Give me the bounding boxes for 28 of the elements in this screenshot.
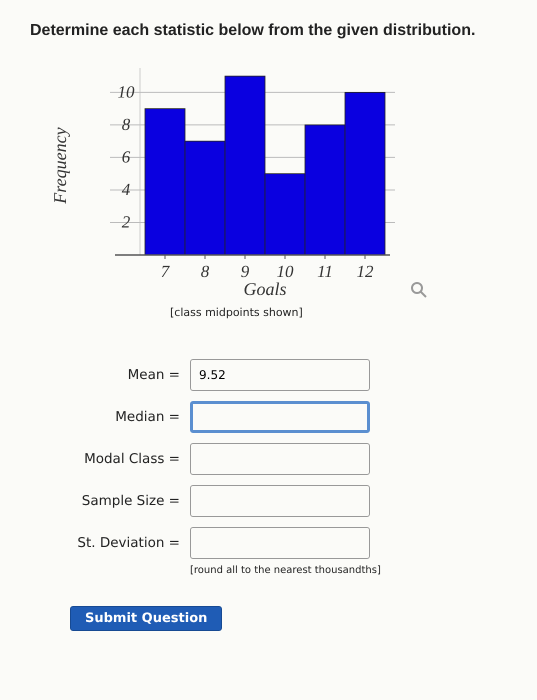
field-label: Sample Size = bbox=[80, 493, 180, 509]
axis-tick-label: 10 bbox=[276, 262, 294, 281]
input-field[interactable] bbox=[190, 443, 370, 475]
axis-title: Goals bbox=[244, 279, 286, 299]
axis-title: Frequency bbox=[50, 127, 70, 204]
axis-tick-label: 12 bbox=[356, 262, 374, 281]
axis-tick-label: 11 bbox=[317, 262, 333, 281]
submit-button[interactable]: Submit Question bbox=[70, 606, 222, 631]
axis-tick-label: 7 bbox=[160, 262, 170, 281]
field-label: Median = bbox=[114, 409, 180, 425]
axis-tick-label: 6 bbox=[122, 147, 130, 166]
axis-tick-label: 8 bbox=[122, 114, 130, 134]
field-label: Modal Class = bbox=[83, 451, 180, 467]
chart-caption: [class midpoints shown] bbox=[170, 306, 304, 319]
hint-text: [round all to the nearest thousandths] bbox=[190, 565, 381, 576]
axis-tick-label: 9 bbox=[240, 262, 250, 281]
axis-tick-label: 4 bbox=[122, 180, 130, 199]
axis-tick-label: 10 bbox=[118, 82, 134, 102]
axis-tick-label: 8 bbox=[200, 262, 210, 281]
input-field[interactable] bbox=[190, 401, 370, 433]
input-field[interactable] bbox=[190, 527, 370, 559]
field-label: St. Deviation = bbox=[76, 535, 180, 551]
input-field[interactable]: 9.52 bbox=[190, 359, 370, 391]
search-icon[interactable] bbox=[411, 282, 427, 298]
input-field[interactable] bbox=[190, 485, 370, 517]
axis-tick-label: 2 bbox=[122, 212, 130, 232]
field-label: Mean = bbox=[126, 367, 180, 383]
question-heading: Determine each statistic below from the given distribution. bbox=[30, 22, 476, 40]
